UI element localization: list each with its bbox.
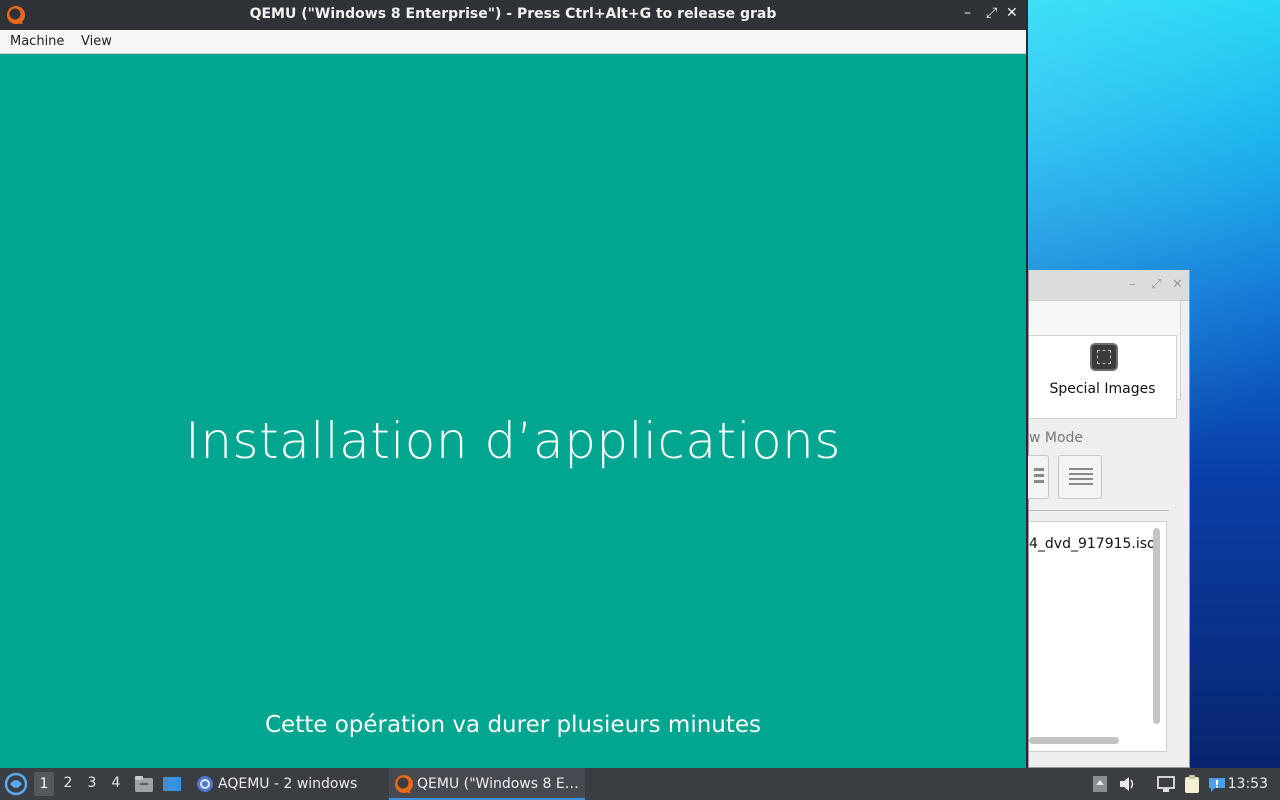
grid-view-icon — [1034, 468, 1044, 486]
view-mode-label: w Mode — [1029, 430, 1084, 446]
list-view-button[interactable] — [1058, 455, 1102, 499]
window-title: QEMU ("Windows 8 Enterprise") - Press Ct… — [249, 6, 777, 22]
desktop-4-button[interactable]: 4 — [106, 775, 126, 791]
aqemu-window[interactable]: – ⤢ ✕ Special Images w Mode 4_dvd_917915… — [1005, 270, 1190, 768]
menu-view[interactable]: View — [81, 34, 112, 49]
aqemu-device-panel: Special Images — [1029, 300, 1181, 419]
desktop-3-button[interactable]: 3 — [82, 775, 102, 791]
menu-bar: Machine View — [0, 30, 1026, 54]
chip-icon — [1092, 345, 1116, 369]
task-qemu[interactable]: QEMU ("Windows 8 E… — [389, 768, 585, 800]
aqemu-icon — [197, 776, 213, 792]
horizontal-scrollbar[interactable] — [1029, 737, 1119, 744]
task-aqemu[interactable]: AQEMU - 2 windows — [190, 768, 380, 800]
guest-display[interactable]: Installation d’applications Cette opérat… — [0, 54, 1026, 768]
clipboard-icon[interactable] — [1182, 774, 1202, 794]
restore-icon[interactable]: ⤢ — [1151, 277, 1161, 292]
tray-expand-icon[interactable] — [1090, 774, 1110, 794]
clock[interactable]: 13:53 — [1228, 776, 1268, 792]
qemu-titlebar[interactable]: QEMU ("Windows 8 Enterprise") - Press Ct… — [0, 0, 1026, 30]
close-icon[interactable]: ✕ — [1006, 5, 1018, 21]
start-menu-icon[interactable] — [4, 772, 28, 796]
desktop-2-button[interactable]: 2 — [58, 775, 78, 791]
close-icon[interactable]: ✕ — [1172, 277, 1183, 292]
aqemu-titlebar[interactable]: – ⤢ ✕ — [1029, 270, 1189, 301]
vertical-scrollbar[interactable] — [1153, 528, 1160, 724]
special-images-label: Special Images — [1049, 381, 1156, 397]
qemu-window[interactable]: QEMU ("Windows 8 Enterprise") - Press Ct… — [0, 0, 1028, 768]
minimize-icon[interactable]: – — [1129, 277, 1136, 292]
divider — [1029, 510, 1169, 511]
file-manager-icon[interactable] — [134, 774, 154, 794]
special-images-button[interactable]: Special Images — [1029, 335, 1177, 419]
menu-machine[interactable]: Machine — [10, 34, 64, 49]
network-icon[interactable] — [1156, 774, 1176, 794]
notification-icon[interactable] — [1207, 774, 1227, 794]
minimize-icon[interactable]: – — [964, 5, 971, 21]
show-desktop-icon[interactable] — [162, 774, 182, 794]
desktop-1-button[interactable]: 1 — [34, 772, 54, 796]
list-item[interactable]: 4_dvd_917915.iso — [1029, 536, 1156, 552]
install-subtitle: Cette opération va durer plusieurs minut… — [264, 712, 762, 738]
volume-icon[interactable] — [1117, 774, 1137, 794]
list-view-icon — [1069, 468, 1093, 486]
file-list[interactable]: 4_dvd_917915.iso — [1029, 521, 1167, 752]
qemu-icon — [395, 775, 413, 793]
task-label: AQEMU - 2 windows — [218, 776, 358, 792]
restore-icon[interactable]: ⤢ — [986, 5, 997, 21]
install-heading: Installation d’applications — [185, 412, 841, 470]
task-label: QEMU ("Windows 8 E… — [417, 776, 579, 792]
taskbar: 1 2 3 4 AQEMU - 2 windows QEMU ("Windows… — [0, 768, 1280, 800]
